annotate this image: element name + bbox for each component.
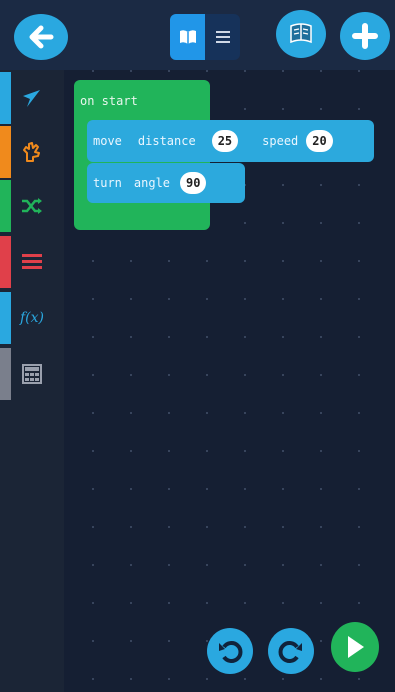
undo-icon — [219, 641, 243, 663]
on-start-label: on start — [80, 94, 138, 108]
back-arrow-icon — [29, 25, 54, 49]
toolbox-category-movement[interactable] — [0, 72, 64, 124]
library-button[interactable] — [276, 10, 326, 58]
toolbox-category-hands[interactable] — [0, 126, 64, 178]
shuffle-icon — [22, 198, 42, 214]
move-block[interactable]: move distance 25 speed 20 — [87, 120, 374, 162]
run-button[interactable] — [331, 622, 379, 672]
distance-label: distance — [137, 134, 196, 148]
speed-label: speed — [262, 134, 299, 148]
text-view-tab[interactable] — [205, 14, 240, 60]
book-stack-icon — [290, 23, 312, 44]
glove-hand-icon — [23, 142, 40, 162]
move-keyword: move — [93, 134, 122, 148]
category-stripe — [0, 348, 11, 400]
top-bar — [0, 0, 395, 70]
speed-value-input[interactable]: 20 — [306, 130, 333, 152]
book-open-icon — [179, 30, 196, 44]
angle-label: angle — [133, 176, 171, 190]
category-stripe — [0, 236, 11, 288]
redo-icon — [278, 641, 302, 663]
category-stripe — [0, 292, 11, 344]
category-stripe — [0, 126, 11, 178]
calculator-icon — [22, 364, 42, 384]
play-icon — [348, 636, 364, 658]
turn-keyword: turn — [93, 176, 122, 190]
undo-button[interactable] — [207, 628, 253, 674]
function-fx-icon: f(x) — [19, 310, 44, 326]
text-lines-icon — [215, 31, 230, 43]
distance-value-input[interactable]: 25 — [211, 130, 239, 152]
toolbox-category-math[interactable] — [0, 348, 64, 400]
back-button[interactable] — [14, 14, 68, 60]
navigation-arrow-icon — [23, 90, 40, 107]
list-bars-icon — [22, 254, 42, 269]
category-stripe — [0, 180, 11, 232]
toolbox-category-functions[interactable]: f(x) — [0, 292, 64, 344]
toolbox: f(x) — [0, 70, 64, 692]
add-button[interactable] — [340, 12, 390, 60]
category-stripe — [0, 72, 11, 124]
angle-value-input[interactable]: 90 — [180, 172, 207, 194]
view-toggle — [170, 14, 240, 60]
toolbox-category-loops[interactable] — [0, 236, 64, 288]
turn-block[interactable]: turn angle 90 — [87, 163, 245, 203]
plus-icon — [352, 23, 378, 49]
blocks-view-tab[interactable] — [170, 14, 205, 60]
redo-button[interactable] — [268, 628, 314, 674]
toolbox-category-logic[interactable] — [0, 180, 64, 232]
